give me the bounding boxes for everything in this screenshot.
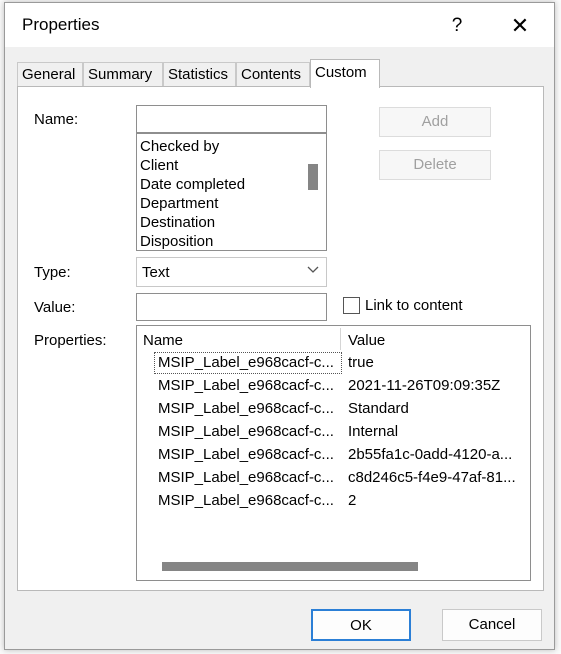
table-row-value[interactable]: Internal (348, 423, 398, 440)
tab-summary[interactable]: Summary (83, 62, 163, 86)
list-item[interactable]: Checked by (140, 138, 219, 155)
table-row-name[interactable]: MSIP_Label_e968cacf-c... (158, 400, 334, 417)
list-item[interactable]: Date completed (140, 176, 245, 193)
link-to-content-checkbox[interactable] (343, 297, 360, 314)
title-bar: Properties ? ✕ (5, 3, 554, 47)
type-value: Text (142, 264, 170, 281)
tab-contents[interactable]: Contents (236, 62, 310, 86)
close-button[interactable]: ✕ (502, 9, 538, 43)
list-item[interactable]: Destination (140, 214, 215, 231)
column-divider[interactable] (340, 328, 341, 350)
list-item[interactable]: Client (140, 157, 178, 174)
table-row-value[interactable]: 2021-11-26T09:09:35Z (348, 377, 500, 394)
table-row-name[interactable]: MSIP_Label_e968cacf-c... (158, 446, 334, 463)
chevron-down-icon (306, 262, 320, 279)
type-label: Type: (34, 264, 71, 281)
add-button[interactable]: Add (379, 107, 491, 137)
list-item[interactable]: Disposition (140, 233, 213, 250)
link-to-content-label: Link to content (365, 297, 463, 314)
help-button[interactable]: ? (442, 11, 472, 41)
horizontal-scrollbar-thumb[interactable] (162, 562, 418, 571)
table-row-value[interactable]: 2b55fa1c-0add-4120-a... (348, 446, 512, 463)
table-row-name[interactable]: MSIP_Label_e968cacf-c... (158, 377, 334, 394)
tab-custom[interactable]: Custom (310, 59, 380, 88)
name-input[interactable] (136, 105, 327, 133)
value-label: Value: (34, 299, 76, 316)
table-row-value[interactable]: true (348, 354, 374, 371)
list-item[interactable]: Department (140, 195, 218, 212)
column-header-name[interactable]: Name (143, 332, 183, 349)
delete-button[interactable]: Delete (379, 150, 491, 180)
table-row-name[interactable]: MSIP_Label_e968cacf-c... (158, 492, 334, 509)
table-row-value[interactable]: c8d246c5-f4e9-47af-81... (348, 469, 516, 486)
properties-list[interactable]: Name Value MSIP_Label_e968cacf-c... true… (136, 325, 531, 581)
properties-dialog: Properties ? ✕ General Summary Statistic… (4, 2, 555, 650)
ok-button[interactable]: OK (311, 609, 411, 641)
name-suggestions-list[interactable]: Checked by Client Date completed Departm… (136, 133, 327, 251)
dialog-title: Properties (22, 15, 100, 34)
value-input[interactable] (136, 293, 327, 321)
table-row-name[interactable]: MSIP_Label_e968cacf-c... (158, 423, 334, 440)
table-row-value[interactable]: Standard (348, 400, 409, 417)
tab-general[interactable]: General (17, 62, 83, 86)
cancel-button[interactable]: Cancel (442, 609, 542, 641)
custom-tab-panel: Name: Checked by Client Date completed D… (17, 86, 544, 591)
table-row-name[interactable]: MSIP_Label_e968cacf-c... (158, 469, 334, 486)
type-dropdown[interactable]: Text (136, 257, 327, 287)
tab-statistics[interactable]: Statistics (163, 62, 236, 86)
column-header-value[interactable]: Value (348, 332, 385, 349)
name-label: Name: (34, 111, 79, 128)
list-scrollbar-thumb[interactable] (308, 164, 318, 190)
table-row-value[interactable]: 2 (348, 492, 356, 509)
properties-label: Properties: (34, 332, 107, 349)
table-row-name[interactable]: MSIP_Label_e968cacf-c... (158, 354, 334, 371)
